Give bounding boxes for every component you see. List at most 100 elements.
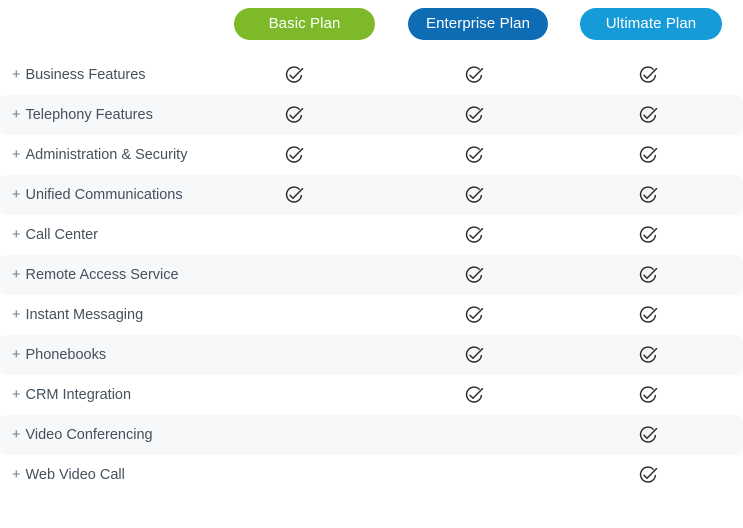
plus-icon: + (12, 467, 21, 483)
feature-rows: + Business Features + Telephony Features + Ad… (0, 55, 743, 495)
feature-label: Remote Access Service (25, 267, 179, 283)
feature-expand-toggle[interactable]: + Business Features (12, 55, 146, 95)
plus-icon: + (12, 427, 21, 443)
plus-icon: + (12, 107, 21, 123)
feature-cell-basic (274, 295, 314, 335)
plan-header-basic[interactable]: Basic Plan (234, 8, 375, 40)
feature-row: + Business Features (0, 55, 743, 95)
feature-cell-enterprise (454, 135, 494, 175)
feature-expand-toggle[interactable]: + Telephony Features (12, 95, 153, 135)
feature-label: Administration & Security (25, 147, 188, 163)
check-circle-icon (465, 306, 484, 323)
feature-row: + Web Video Call (0, 455, 743, 495)
feature-cell-empty (284, 465, 304, 485)
feature-cell-ultimate (628, 335, 668, 375)
feature-cell-enterprise (454, 255, 494, 295)
feature-cell-enterprise (454, 375, 494, 415)
feature-row: + Administration & Security (0, 135, 743, 175)
check-circle-icon (639, 386, 658, 403)
feature-cell-basic (274, 415, 314, 455)
plus-icon: + (12, 307, 21, 323)
feature-cell-ultimate (628, 455, 668, 495)
feature-row: + Video Conferencing (0, 415, 743, 455)
feature-label: Telephony Features (25, 107, 153, 123)
check-circle-icon (639, 226, 658, 243)
feature-cell-empty (284, 425, 304, 445)
feature-label: Business Features (25, 67, 146, 83)
feature-label: Phonebooks (25, 347, 107, 363)
feature-cell-empty (284, 385, 304, 405)
feature-row: + Instant Messaging (0, 295, 743, 335)
check-circle-icon (465, 226, 484, 243)
check-circle-icon (465, 266, 484, 283)
feature-cell-empty (284, 305, 304, 325)
check-circle-icon (639, 466, 658, 483)
feature-cell-enterprise (454, 55, 494, 95)
check-circle-icon (285, 66, 304, 83)
feature-cell-basic (274, 95, 314, 135)
check-circle-icon (639, 106, 658, 123)
feature-expand-toggle[interactable]: + Web Video Call (12, 455, 125, 495)
feature-cell-enterprise (454, 455, 494, 495)
feature-row: + Remote Access Service (0, 255, 743, 295)
check-circle-icon (639, 146, 658, 163)
check-circle-icon (465, 146, 484, 163)
plans-header-row: Basic Plan Enterprise Plan Ultimate Plan (0, 0, 743, 55)
feature-cell-ultimate (628, 175, 668, 215)
feature-cell-basic (274, 375, 314, 415)
feature-cell-ultimate (628, 295, 668, 335)
plan-header-ultimate[interactable]: Ultimate Plan (580, 8, 722, 40)
feature-cell-ultimate (628, 415, 668, 455)
feature-cell-empty (284, 225, 304, 245)
feature-cell-enterprise (454, 95, 494, 135)
feature-cell-enterprise (454, 175, 494, 215)
feature-expand-toggle[interactable]: + Video Conferencing (12, 415, 153, 455)
feature-cell-enterprise (454, 335, 494, 375)
feature-cell-basic (274, 335, 314, 375)
feature-expand-toggle[interactable]: + Administration & Security (12, 135, 187, 175)
check-circle-icon (465, 186, 484, 203)
feature-label: Unified Communications (25, 187, 183, 203)
plan-header-enterprise[interactable]: Enterprise Plan (408, 8, 548, 40)
check-circle-icon (465, 66, 484, 83)
feature-cell-enterprise (454, 215, 494, 255)
plus-icon: + (12, 147, 21, 163)
feature-row: + Call Center (0, 215, 743, 255)
feature-cell-ultimate (628, 375, 668, 415)
feature-label: Call Center (25, 227, 98, 243)
check-circle-icon (639, 306, 658, 323)
plus-icon: + (12, 267, 21, 283)
feature-cell-enterprise (454, 415, 494, 455)
feature-cell-basic (274, 215, 314, 255)
feature-cell-ultimate (628, 95, 668, 135)
feature-cell-empty (464, 425, 484, 445)
feature-expand-toggle[interactable]: + Remote Access Service (12, 255, 179, 295)
plus-icon: + (12, 387, 21, 403)
plan-header-enterprise-label: Enterprise Plan (425, 15, 531, 32)
plan-header-ultimate-label: Ultimate Plan (605, 15, 697, 32)
check-circle-icon (639, 346, 658, 363)
feature-cell-empty (464, 465, 484, 485)
feature-cell-basic (274, 135, 314, 175)
feature-label: CRM Integration (25, 387, 132, 403)
feature-label: Instant Messaging (25, 307, 144, 323)
feature-expand-toggle[interactable]: + Unified Communications (12, 175, 183, 215)
feature-expand-toggle[interactable]: + CRM Integration (12, 375, 131, 415)
feature-expand-toggle[interactable]: + Instant Messaging (12, 295, 143, 335)
check-circle-icon (465, 346, 484, 363)
feature-cell-basic (274, 455, 314, 495)
feature-row: + Unified Communications (0, 175, 743, 215)
plus-icon: + (12, 67, 21, 83)
check-circle-icon (285, 106, 304, 123)
feature-cell-empty (284, 345, 304, 365)
plan-header-basic-label: Basic Plan (268, 15, 341, 32)
feature-expand-toggle[interactable]: + Call Center (12, 215, 98, 255)
feature-cell-basic (274, 55, 314, 95)
plus-icon: + (12, 227, 21, 243)
feature-cell-enterprise (454, 295, 494, 335)
feature-row: + Phonebooks (0, 335, 743, 375)
check-circle-icon (465, 106, 484, 123)
check-circle-icon (639, 186, 658, 203)
feature-expand-toggle[interactable]: + Phonebooks (12, 335, 106, 375)
feature-label: Web Video Call (25, 467, 125, 483)
